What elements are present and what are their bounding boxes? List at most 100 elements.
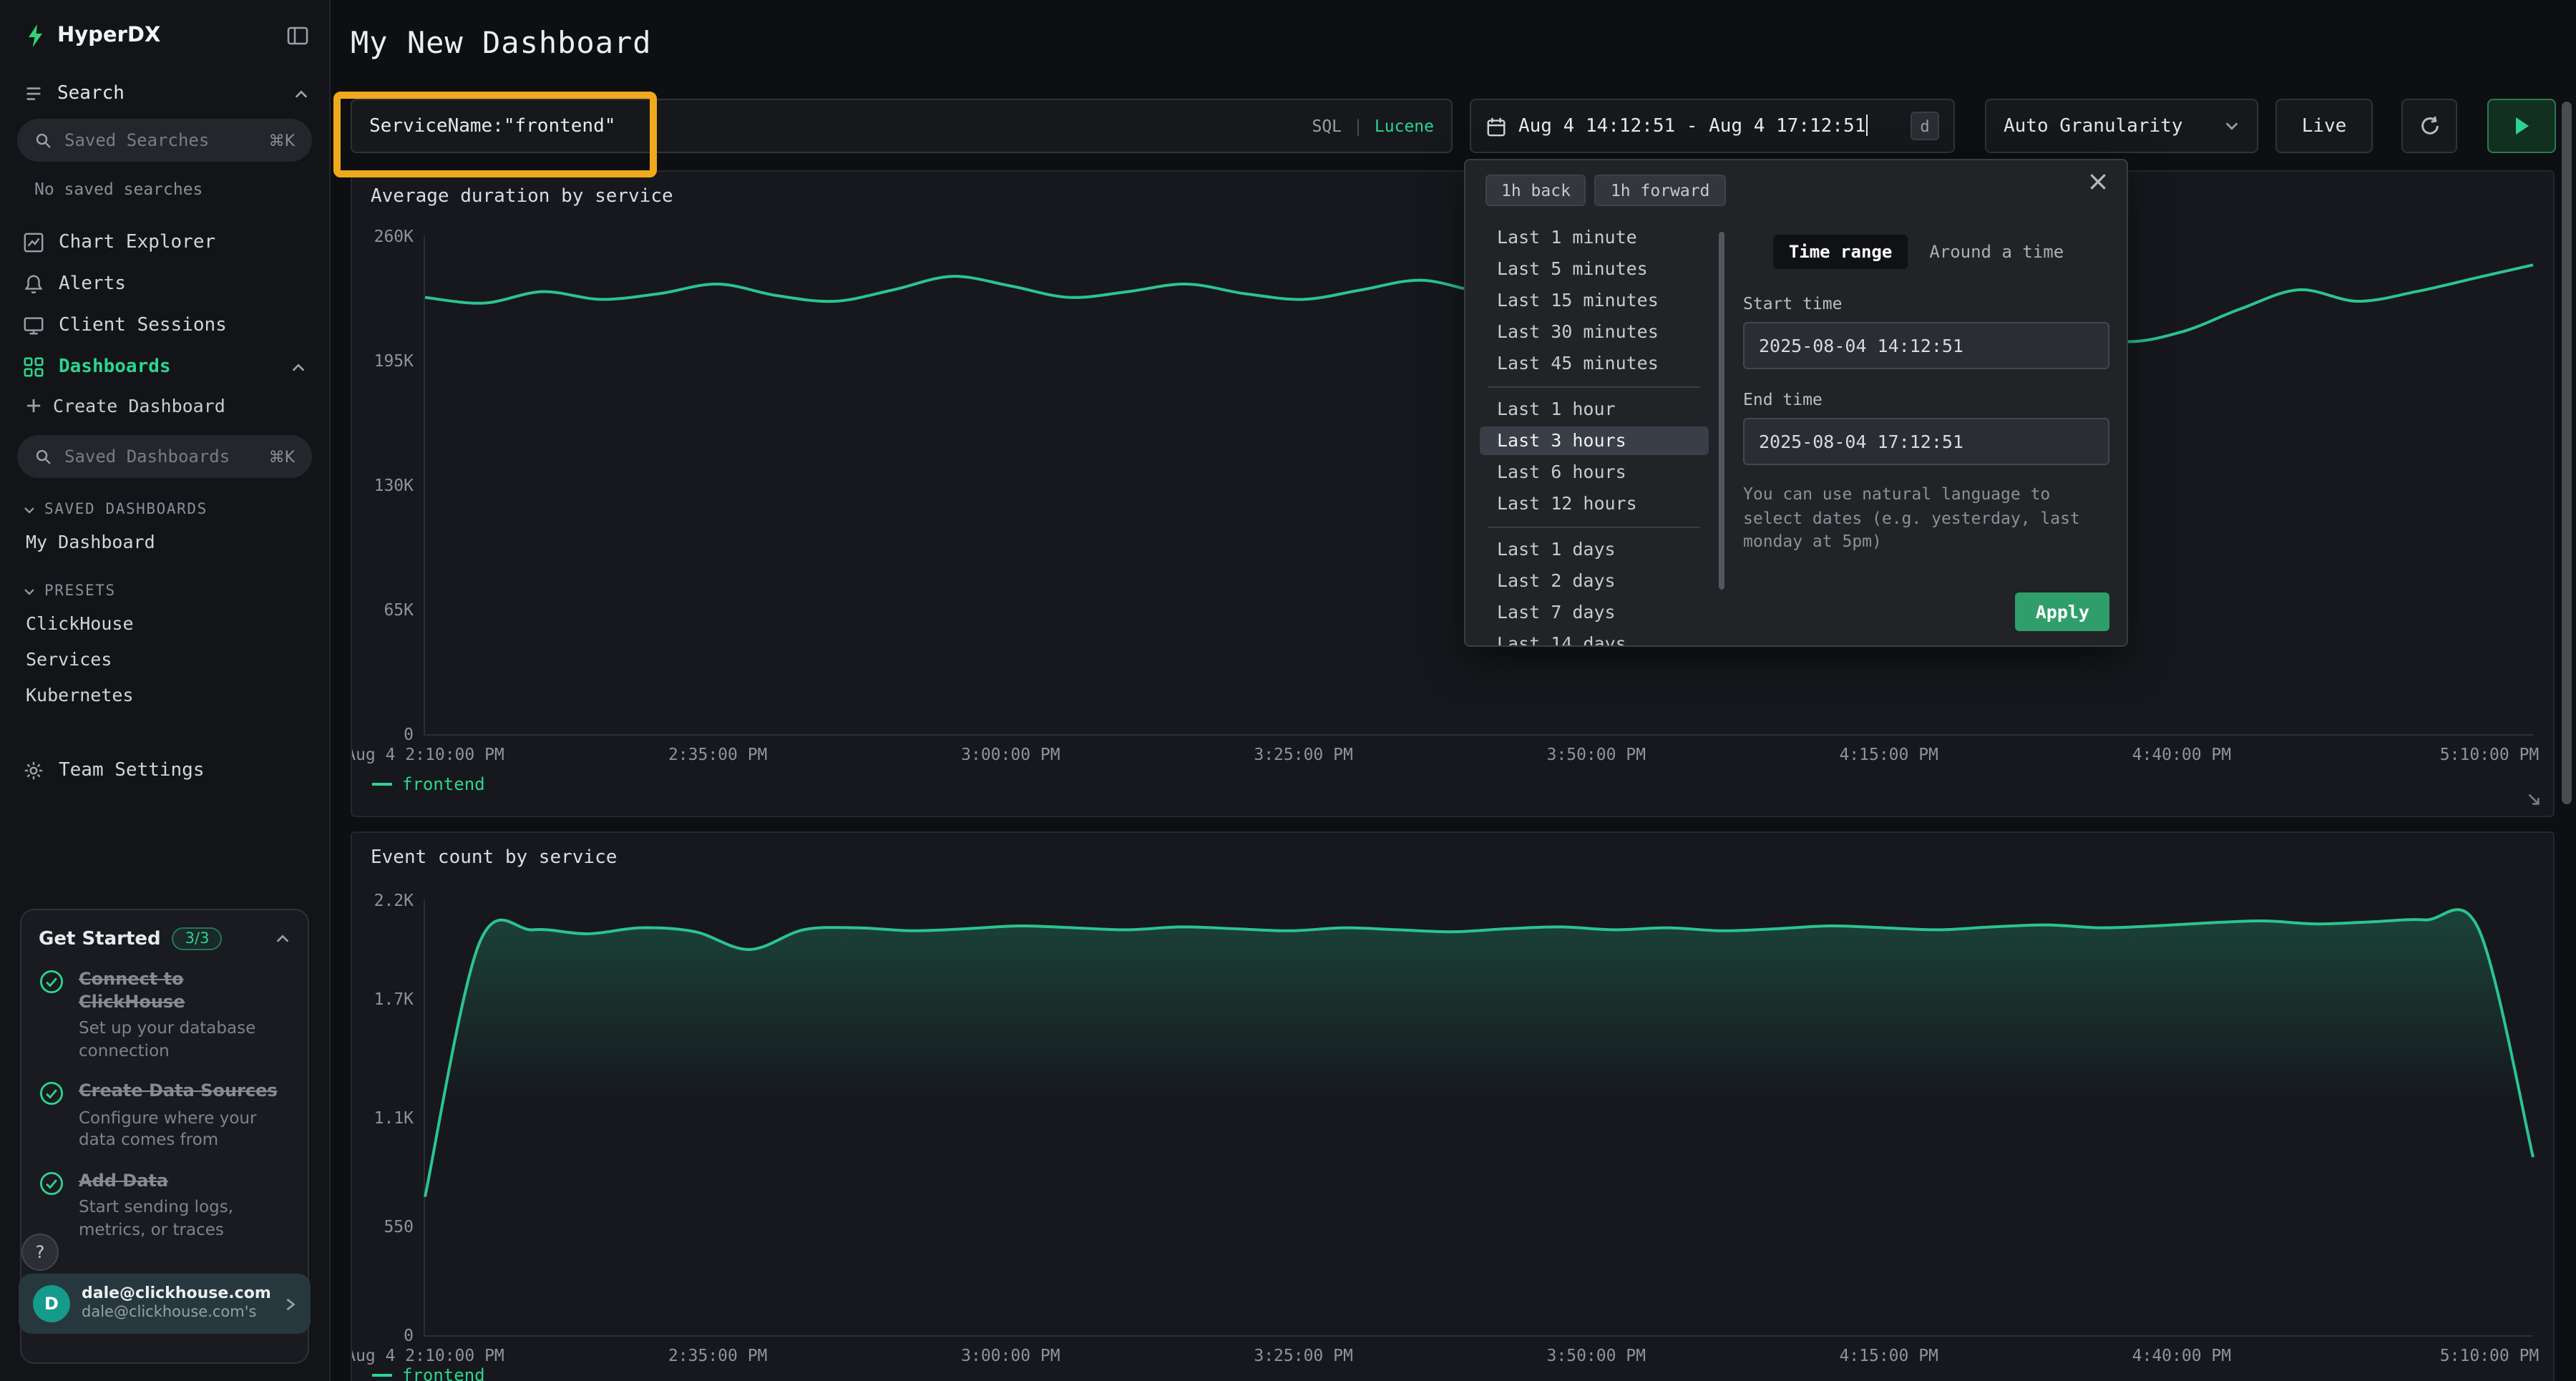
time-range-option[interactable]: Last 5 minutes [1480, 255, 1709, 283]
shortcut-badge: ⌘K [269, 131, 295, 150]
granularity-value: Auto Granularity [2004, 115, 2182, 137]
check-circle-icon [39, 1171, 64, 1241]
sql-mode-toggle[interactable]: SQL [1312, 116, 1342, 136]
app-name: HyperDX [57, 24, 160, 47]
search-icon [34, 447, 53, 466]
time-range-value: Aug 4 14:12:51 - Aug 4 17:12:51 [1518, 114, 1868, 137]
chart-card-event-count[interactable]: Event count by service 2.2K1.7K1.1K5500A… [351, 831, 2555, 1381]
dashboard-toolbar: ServiceName:"frontend" SQL | Lucene Aug … [351, 99, 2556, 153]
sidebar-item-search[interactable]: Search [23, 83, 309, 104]
live-button[interactable]: Live [2275, 99, 2373, 153]
start-time-label: Start time [1743, 293, 2109, 313]
shift-forward-button[interactable]: 1h forward [1595, 175, 1726, 206]
legend-label: frontend [402, 774, 485, 794]
x-tick-label: 3:25:00 PM [1254, 744, 1353, 764]
chart-legend[interactable]: frontend [372, 774, 485, 794]
granularity-dropdown[interactable]: Auto Granularity [1985, 99, 2258, 153]
x-tick-label: 3:25:00 PM [1254, 1345, 1353, 1365]
get-started-step[interactable]: Add Data Start sending logs, metrics, or… [39, 1171, 291, 1241]
chevron-right-icon [283, 1296, 296, 1312]
nav-label: Chart Explorer [59, 232, 215, 253]
close-icon[interactable]: × [2087, 166, 2109, 197]
step-title: Add Data [79, 1171, 291, 1193]
chart-legend[interactable]: frontend [372, 1365, 485, 1381]
refresh-button[interactable] [2401, 99, 2457, 153]
saved-dashboards-input[interactable]: Saved Dashboards ⌘K [17, 435, 312, 478]
time-range-option[interactable]: Last 1 minute [1480, 223, 1709, 252]
time-range-option[interactable]: Last 14 days [1480, 630, 1709, 645]
nav-label: Alerts [59, 273, 126, 295]
sidebar-item-clickhouse[interactable]: ClickHouse [0, 605, 329, 641]
live-label: Live [2302, 115, 2347, 137]
sidebar-item-services[interactable]: Services [0, 641, 329, 677]
x-tick-label: 3:00:00 PM [961, 744, 1060, 764]
sidebar-item-team-settings[interactable]: Team Settings [0, 750, 329, 791]
x-tick-label: 4:40:00 PM [2132, 1345, 2232, 1365]
sidebar-item-client-sessions[interactable]: Client Sessions [0, 305, 329, 346]
sidebar-item-dashboards[interactable]: Dashboards [0, 346, 329, 388]
tab-around-a-time[interactable]: Around a time [1913, 235, 2079, 269]
sidebar-item-alerts[interactable]: Alerts [0, 263, 329, 305]
y-tick-label: 260K [374, 226, 414, 246]
time-range-option[interactable]: Last 7 days [1480, 598, 1709, 627]
sidebar: HyperDX Search Saved Searches ⌘K No save… [0, 0, 331, 1381]
time-range-option[interactable]: Last 45 minutes [1480, 349, 1709, 378]
run-query-button[interactable] [2487, 99, 2556, 153]
sidebar-item-my-dashboard[interactable]: My Dashboard [0, 524, 329, 560]
mode-separator: | [1353, 116, 1363, 136]
line-chart-plot: 2.2K1.7K1.1K5500Aug 4 2:10:00 PM2:35:00 … [424, 900, 2533, 1337]
chevron-up-icon[interactable] [275, 932, 291, 946]
popover-scrollbar[interactable] [1719, 232, 1724, 590]
time-range-input[interactable]: Aug 4 14:12:51 - Aug 4 17:12:51 d [1470, 99, 1955, 153]
end-time-input[interactable]: 2025-08-04 17:12:51 [1743, 418, 2109, 465]
x-tick-label: 3:50:00 PM [1547, 1345, 1646, 1365]
resize-handle-icon[interactable] [2526, 791, 2542, 807]
chevron-up-icon[interactable] [293, 87, 309, 101]
y-tick-label: 195K [374, 351, 414, 371]
help-button[interactable]: ? [21, 1234, 59, 1271]
sidebar-collapse-icon[interactable] [286, 24, 309, 47]
y-tick-label: 0 [404, 1325, 414, 1345]
time-range-option[interactable]: Last 30 minutes [1480, 318, 1709, 346]
play-icon [2515, 117, 2528, 135]
tab-time-range[interactable]: Time range [1773, 235, 1908, 269]
section-label: SAVED DASHBOARDS [44, 501, 208, 518]
sidebar-item-kubernetes[interactable]: Kubernetes [0, 677, 329, 713]
user-org: dale@clickhouse.com's [82, 1304, 271, 1324]
time-range-option[interactable]: Last 2 days [1480, 567, 1709, 595]
sidebar-item-chart-explorer[interactable]: Chart Explorer [0, 222, 329, 263]
get-started-step[interactable]: Connect to ClickHouse Set up your databa… [39, 969, 291, 1062]
get-started-step[interactable]: Create Data Sources Configure where your… [39, 1080, 291, 1151]
shift-back-button[interactable]: 1h back [1485, 175, 1586, 206]
time-picker-popover: 1h back 1h forward × Last 1 minute Last 5… [1464, 159, 2128, 647]
chart-card-average-duration[interactable]: Average duration by service 260K195K130K… [351, 170, 2555, 817]
page-scrollbar-thumb[interactable] [2562, 102, 2572, 804]
time-range-option[interactable]: Last 15 minutes [1480, 286, 1709, 315]
end-time-label: End time [1743, 389, 2109, 409]
get-started-title: Get Started [39, 928, 161, 950]
time-range-option[interactable]: Last 12 hours [1480, 489, 1709, 518]
saved-dashboards-placeholder: Saved Dashboards [64, 446, 230, 467]
start-time-input[interactable]: 2025-08-04 14:12:51 [1743, 322, 2109, 369]
y-tick-label: 1.7K [374, 989, 414, 1009]
y-tick-label: 0 [404, 724, 414, 744]
gear-icon [23, 760, 44, 781]
time-range-option[interactable]: Last 3 hours [1480, 426, 1709, 455]
time-range-option[interactable]: Last 1 hour [1480, 395, 1709, 424]
check-circle-icon [39, 969, 64, 1062]
time-range-option[interactable]: Last 1 days [1480, 535, 1709, 564]
create-dashboard-button[interactable]: Create Dashboard [0, 388, 329, 424]
apply-button[interactable]: Apply [2016, 592, 2109, 631]
user-menu[interactable]: D dale@clickhouse.com dale@clickhouse.co… [19, 1274, 311, 1334]
section-presets[interactable]: PRESETS [23, 582, 329, 600]
lucene-mode-toggle[interactable]: Lucene [1375, 116, 1434, 136]
saved-searches-input[interactable]: Saved Searches ⌘K [17, 119, 312, 162]
chevron-up-icon[interactable] [291, 360, 306, 374]
calendar-icon [1485, 115, 1507, 137]
x-tick-label: 3:50:00 PM [1547, 744, 1646, 764]
step-title: Create Data Sources [79, 1080, 291, 1103]
section-saved-dashboards[interactable]: SAVED DASHBOARDS [23, 501, 329, 518]
section-label: PRESETS [44, 582, 116, 600]
no-saved-searches-text: No saved searches [34, 179, 329, 199]
time-range-option[interactable]: Last 6 hours [1480, 458, 1709, 487]
